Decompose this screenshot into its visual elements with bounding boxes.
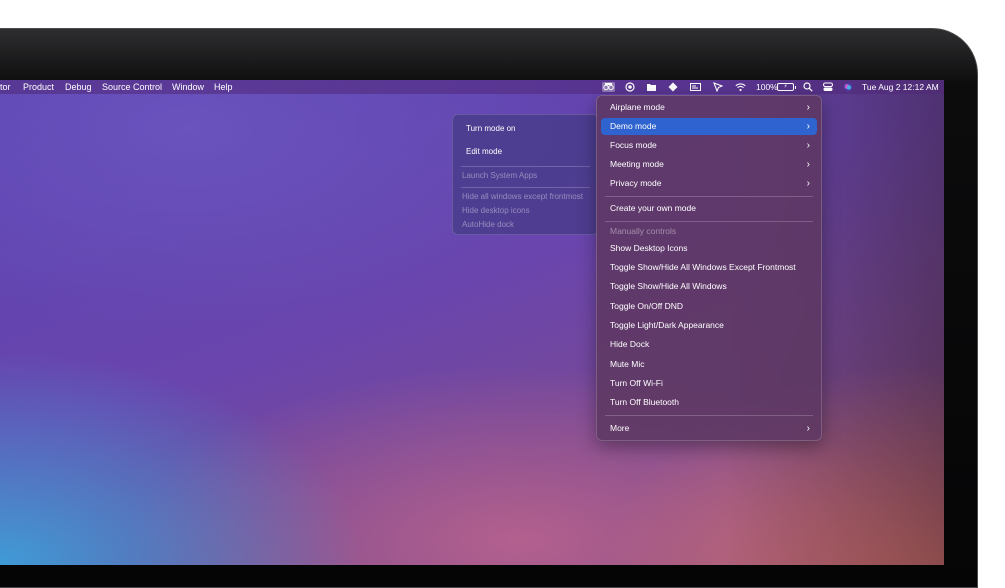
menu-item-airplane-mode[interactable]: Airplane mode ›	[601, 99, 817, 116]
menu-editor[interactable]: tor	[0, 80, 11, 94]
menu-source-control[interactable]: Source Control	[102, 80, 162, 94]
cursor-icon[interactable]	[713, 82, 724, 93]
menu-window[interactable]: Window	[172, 80, 204, 94]
menu-item-mute-mic[interactable]: Mute Mic	[601, 356, 817, 373]
siri-icon[interactable]	[843, 82, 853, 92]
submenu-item-autohide-dock: AutoHide dock	[462, 220, 515, 229]
battery-percent: 100%	[756, 82, 778, 92]
focus-icon[interactable]	[625, 82, 635, 92]
chevron-right-icon: ›	[806, 178, 810, 189]
card-icon[interactable]	[690, 82, 701, 92]
control-center-icon[interactable]	[823, 82, 833, 92]
menu-product[interactable]: Product	[23, 80, 54, 94]
menu-separator	[605, 415, 813, 416]
menu-bar: tor Product Debug Source Control Window …	[0, 80, 944, 94]
menubar-clock[interactable]: Tue Aug 2 12:12 AM	[862, 80, 939, 94]
menu-item-more[interactable]: More ›	[601, 420, 817, 437]
menu-item-demo-mode[interactable]: Demo mode ›	[601, 118, 817, 135]
menu-item-privacy-mode[interactable]: Privacy mode ›	[601, 175, 817, 192]
menu-item-show-desktop-icons[interactable]: Show Desktop Icons	[601, 240, 817, 257]
menu-help[interactable]: Help	[214, 80, 233, 94]
menu-item-toggle-hide-all-windows[interactable]: Toggle Show/Hide All Windows	[601, 278, 817, 295]
chevron-right-icon: ›	[806, 102, 810, 113]
chevron-right-icon: ›	[806, 423, 810, 434]
submenu-item-edit-mode[interactable]: Edit mode	[457, 144, 594, 160]
menu-separator	[605, 221, 813, 222]
chevron-right-icon: ›	[806, 140, 810, 151]
diamond-icon[interactable]	[668, 82, 678, 92]
submenu-item-launch-system-apps: Launch System Apps	[462, 171, 538, 180]
menu-item-toggle-appearance[interactable]: Toggle Light/Dark Appearance	[601, 317, 817, 334]
submenu-separator	[461, 166, 590, 167]
menu-debug[interactable]: Debug	[65, 80, 92, 94]
menu-item-turn-off-wifi[interactable]: Turn Off Wi-Fi	[601, 375, 817, 392]
folder-icon[interactable]	[646, 82, 656, 92]
menu-item-focus-mode[interactable]: Focus mode ›	[601, 137, 817, 154]
menu-item-hide-dock[interactable]: Hide Dock	[601, 336, 817, 353]
menu-item-toggle-dnd[interactable]: Toggle On/Off DND	[601, 298, 817, 315]
wifi-icon[interactable]	[735, 82, 746, 92]
app-menu-icon[interactable]	[602, 82, 615, 92]
chevron-right-icon: ›	[806, 159, 810, 170]
submenu-separator	[461, 187, 590, 188]
chevron-right-icon: ›	[806, 121, 810, 132]
menu-section-manually-controls: Manually controls	[610, 226, 677, 236]
submenu-item-turn-mode-on[interactable]: Turn mode on	[457, 121, 594, 137]
menu-item-create-your-own-mode[interactable]: Create your own mode	[601, 200, 817, 217]
demo-mode-submenu: Turn mode on Edit mode Launch System App…	[452, 114, 599, 235]
menu-separator	[605, 196, 813, 197]
menu-item-toggle-hide-all-windows-except-frontmost[interactable]: Toggle Show/Hide All Windows Except Fron…	[601, 259, 817, 276]
menu-item-meeting-mode[interactable]: Meeting mode ›	[601, 156, 817, 173]
menu-item-turn-off-bluetooth[interactable]: Turn Off Bluetooth	[601, 394, 817, 411]
battery-icon[interactable]: ⚡	[777, 83, 796, 91]
modes-dropdown-menu: Airplane mode › Demo mode › Focus mode › Me…	[596, 95, 822, 441]
spotlight-icon[interactable]	[803, 82, 813, 92]
